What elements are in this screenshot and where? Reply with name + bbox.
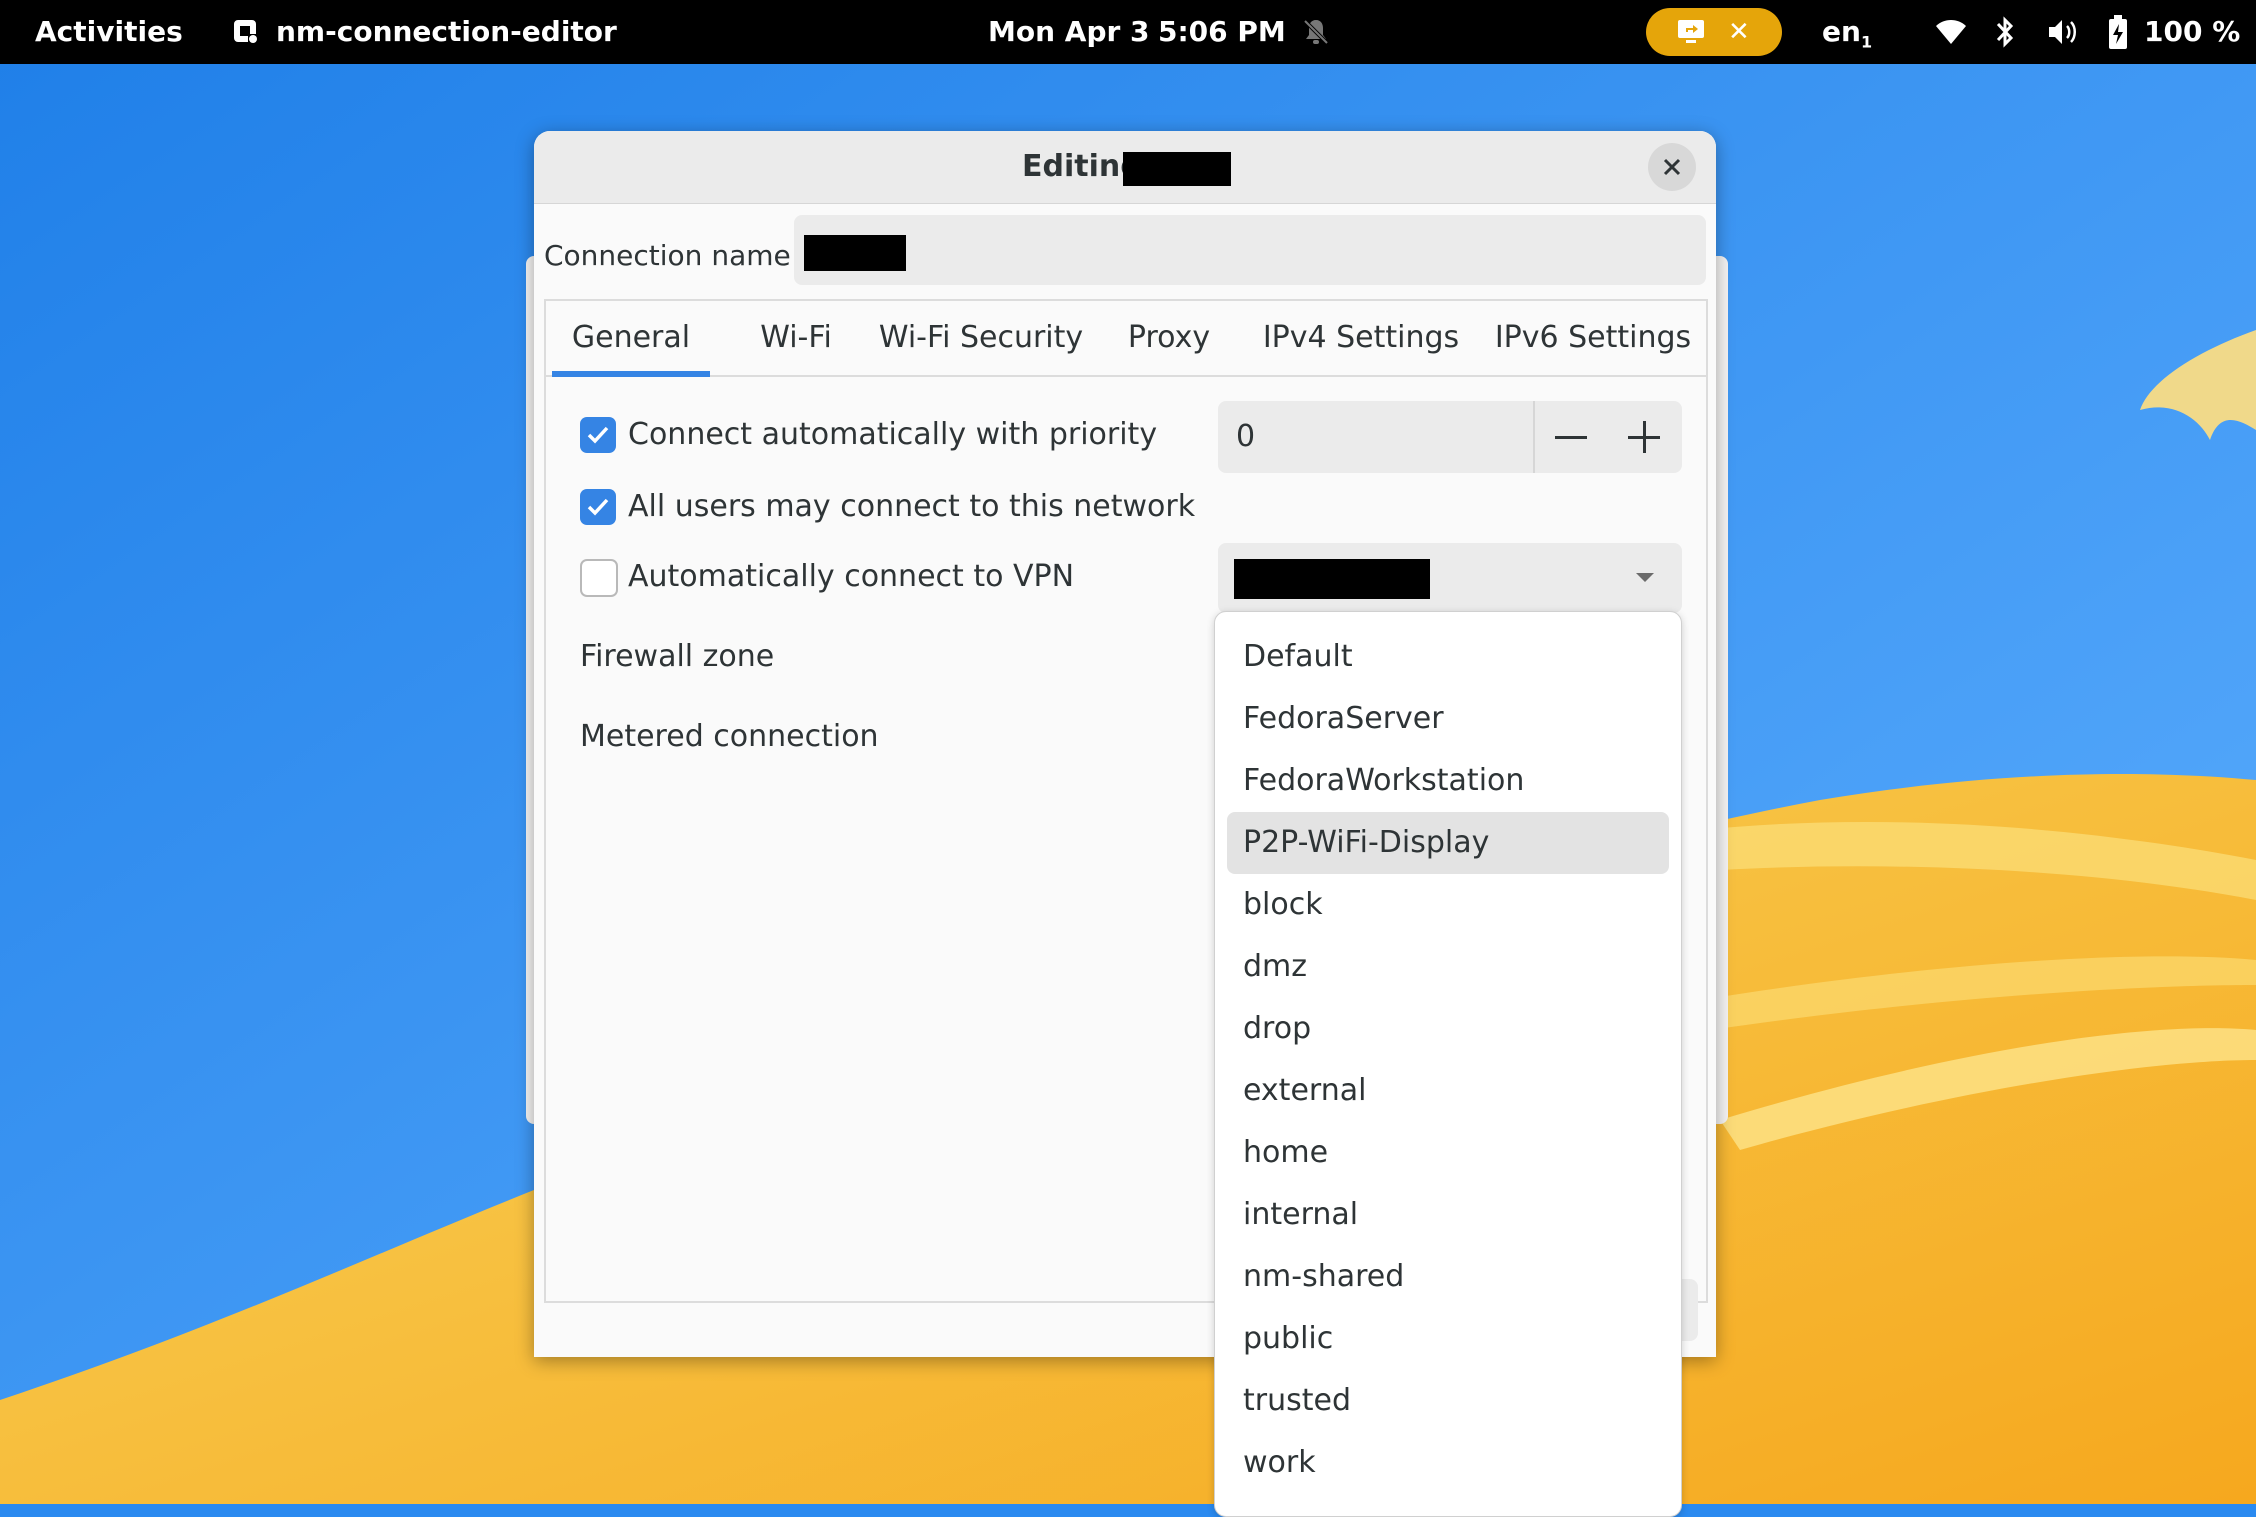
zone-option-dmz[interactable]: dmz xyxy=(1227,936,1669,998)
language-variant: 1 xyxy=(1860,32,1873,52)
vpn-combobox[interactable] xyxy=(1218,543,1682,613)
zone-option-internal[interactable]: internal xyxy=(1227,1184,1669,1246)
stop-sharing-icon[interactable]: ✕ xyxy=(1728,8,1750,56)
checkmark-icon xyxy=(587,426,609,444)
tab-wifi-security[interactable]: Wi-Fi Security xyxy=(876,301,1086,375)
all-users-checkbox[interactable] xyxy=(580,489,616,525)
keyboard-layout-indicator[interactable]: en1 xyxy=(1822,0,1872,64)
zone-option-work[interactable]: work xyxy=(1227,1432,1669,1494)
dropdown-arrow-icon xyxy=(1636,573,1654,582)
app-menu[interactable]: nm-connection-editor xyxy=(276,0,617,64)
increase-priority-button[interactable] xyxy=(1608,401,1680,473)
connect-automatically-label: Connect automatically with priority xyxy=(628,417,1158,452)
wifi-icon[interactable] xyxy=(1934,16,1968,48)
activities-button[interactable]: Activities xyxy=(35,0,183,64)
volume-icon[interactable] xyxy=(2046,16,2080,48)
zone-option-drop[interactable]: drop xyxy=(1227,998,1669,1060)
close-button[interactable] xyxy=(1648,143,1696,191)
screen-share-indicator[interactable]: ✕ xyxy=(1646,8,1782,56)
connect-automatically-checkbox[interactable] xyxy=(580,417,616,453)
zone-option-external[interactable]: external xyxy=(1227,1060,1669,1122)
zone-option-public[interactable]: public xyxy=(1227,1308,1669,1370)
auto-vpn-label: Automatically connect to VPN xyxy=(628,559,1075,594)
all-users-label: All users may connect to this network xyxy=(628,489,1196,524)
tab-proxy[interactable]: Proxy xyxy=(1104,301,1234,375)
app-icon xyxy=(234,20,258,44)
tab-general[interactable]: General xyxy=(552,301,710,377)
checkmark-icon xyxy=(587,498,609,516)
bluetooth-icon[interactable] xyxy=(1994,14,2016,50)
zone-option-p2p-wifi-display[interactable]: P2P-WiFi-Display xyxy=(1227,812,1669,874)
metered-connection-label: Metered connection xyxy=(580,719,879,754)
tab-wifi[interactable]: Wi-Fi xyxy=(726,301,866,375)
priority-value[interactable]: 0 xyxy=(1236,401,1255,473)
zone-option-home[interactable]: home xyxy=(1227,1122,1669,1184)
zone-option-trusted[interactable]: trusted xyxy=(1227,1370,1669,1432)
zone-option-nm-shared[interactable]: nm-shared xyxy=(1227,1246,1669,1308)
redacted-connection-value xyxy=(804,235,906,271)
zone-option-default[interactable]: Default xyxy=(1227,626,1669,688)
screen-share-icon xyxy=(1678,20,1704,43)
connection-name-label: Connection name xyxy=(544,239,791,272)
zone-option-fedoraserver[interactable]: FedoraServer xyxy=(1227,688,1669,750)
battery-charging-icon[interactable] xyxy=(2108,14,2128,50)
redacted-connection-name xyxy=(1123,152,1231,186)
connection-name-field[interactable] xyxy=(794,215,1706,285)
language-code: en xyxy=(1822,15,1861,48)
redacted-vpn-name xyxy=(1234,559,1430,599)
tab-bar: General Wi-Fi Wi-Fi Security Proxy IPv4 … xyxy=(546,301,1706,377)
priority-spinbutton[interactable]: 0 xyxy=(1218,401,1682,473)
firewall-zone-dropdown: Default FedoraServer FedoraWorkstation P… xyxy=(1214,611,1682,1517)
notifications-off-icon xyxy=(1303,19,1329,45)
clock-time[interactable]: 5:06 PM xyxy=(1158,0,1286,64)
decrease-priority-button[interactable] xyxy=(1535,401,1607,473)
tab-ipv6-settings[interactable]: IPv6 Settings xyxy=(1488,301,1698,375)
dialog-headerbar: Editing xyxy=(534,131,1716,204)
firewall-zone-label: Firewall zone xyxy=(580,639,775,674)
zone-option-fedoraworkstation[interactable]: FedoraWorkstation xyxy=(1227,750,1669,812)
close-icon xyxy=(1663,158,1681,176)
top-bar: Activities nm-connection-editor Mon Apr … xyxy=(0,0,2256,64)
tab-ipv4-settings[interactable]: IPv4 Settings xyxy=(1246,301,1476,375)
clock-date[interactable]: Mon Apr 3 xyxy=(988,0,1150,64)
auto-vpn-checkbox[interactable] xyxy=(580,559,618,597)
zone-option-block[interactable]: block xyxy=(1227,874,1669,936)
battery-percentage: 100 % xyxy=(2144,15,2241,48)
